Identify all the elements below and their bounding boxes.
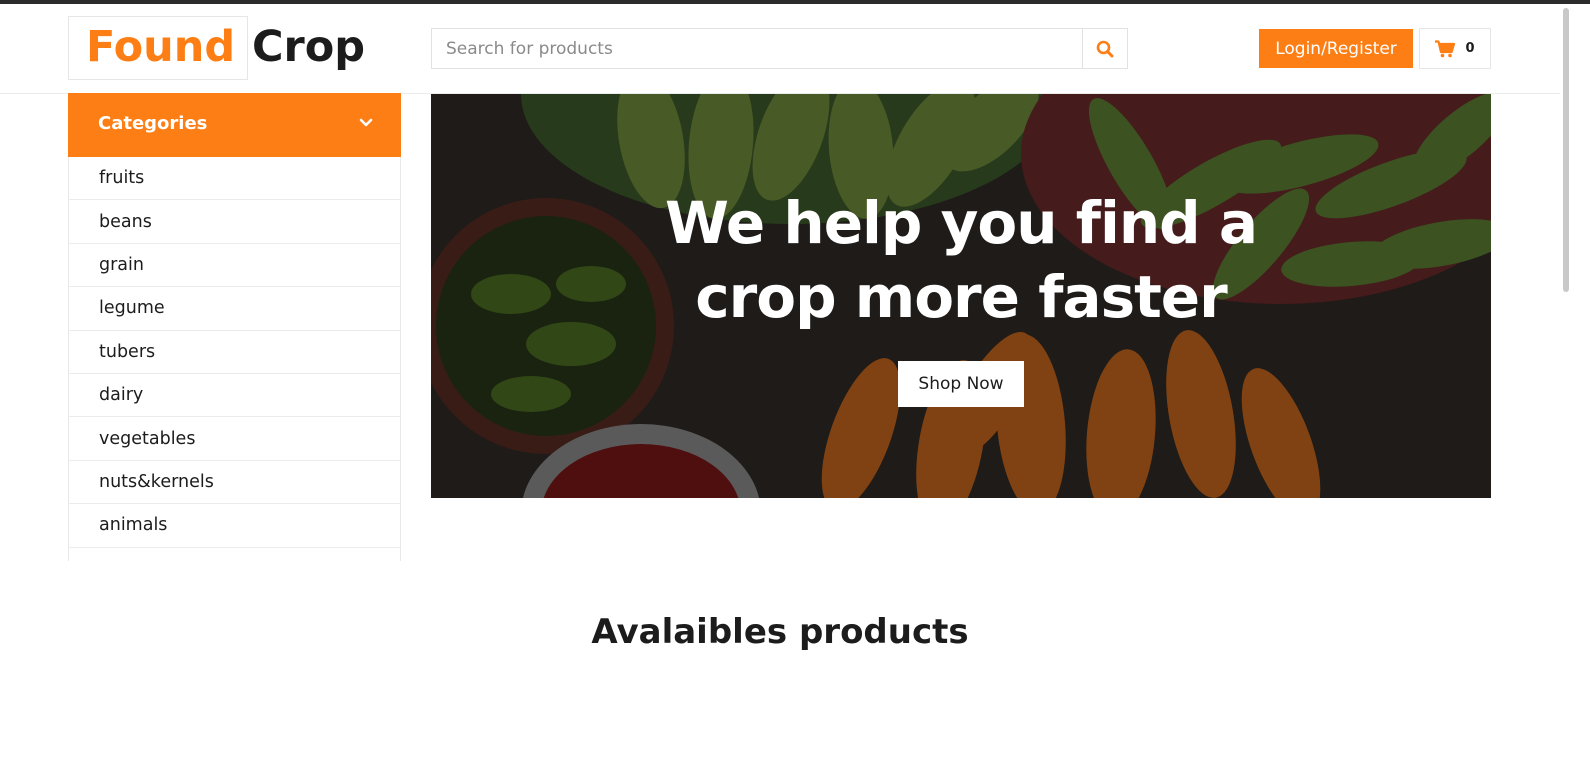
- chevron-down-icon: [359, 118, 373, 127]
- categories-toggle[interactable]: Categories: [68, 93, 401, 157]
- login-register-button[interactable]: Login/Register: [1259, 29, 1413, 68]
- category-item-nuts-kernels[interactable]: nuts&kernels: [69, 461, 400, 505]
- category-item-vegetables[interactable]: vegetables: [69, 417, 400, 461]
- category-item-tubers[interactable]: tubers: [69, 331, 400, 374]
- categories-list: fruits beans grain legume tubers dairy v…: [68, 157, 401, 561]
- section-title: Avalaibles products: [591, 612, 969, 652]
- shop-now-button[interactable]: Shop Now: [898, 361, 1024, 407]
- cart-icon: [1435, 39, 1456, 57]
- category-item-beans[interactable]: beans: [69, 200, 400, 244]
- category-item-fruits[interactable]: fruits: [69, 157, 400, 201]
- category-item-animals[interactable]: animals: [69, 504, 400, 548]
- hero-title-line2: crop more faster: [695, 263, 1228, 331]
- category-item-grain[interactable]: grain: [69, 244, 400, 288]
- hero-title: We help you find a crop more faster: [431, 186, 1491, 334]
- category-item-dairy[interactable]: dairy: [69, 374, 400, 418]
- cart-count: 0: [1465, 41, 1475, 56]
- logo-secondary-text[interactable]: Crop: [252, 22, 365, 72]
- cart-button[interactable]: 0: [1419, 28, 1491, 69]
- logo-primary-text[interactable]: Found: [86, 22, 235, 72]
- search-icon: [1096, 40, 1114, 57]
- category-item-legume[interactable]: legume: [69, 287, 400, 331]
- hero-title-line1: We help you find a: [664, 189, 1258, 257]
- site-header: Found Crop Login/Register 0: [0, 4, 1590, 94]
- hero-banner: We help you find a crop more faster Shop…: [431, 94, 1491, 498]
- categories-title: Categories: [98, 113, 208, 134]
- search-button[interactable]: [1082, 29, 1127, 68]
- search-input[interactable]: [432, 29, 1083, 68]
- search-bar: [431, 28, 1128, 69]
- scrollbar-thumb[interactable]: [1563, 8, 1569, 292]
